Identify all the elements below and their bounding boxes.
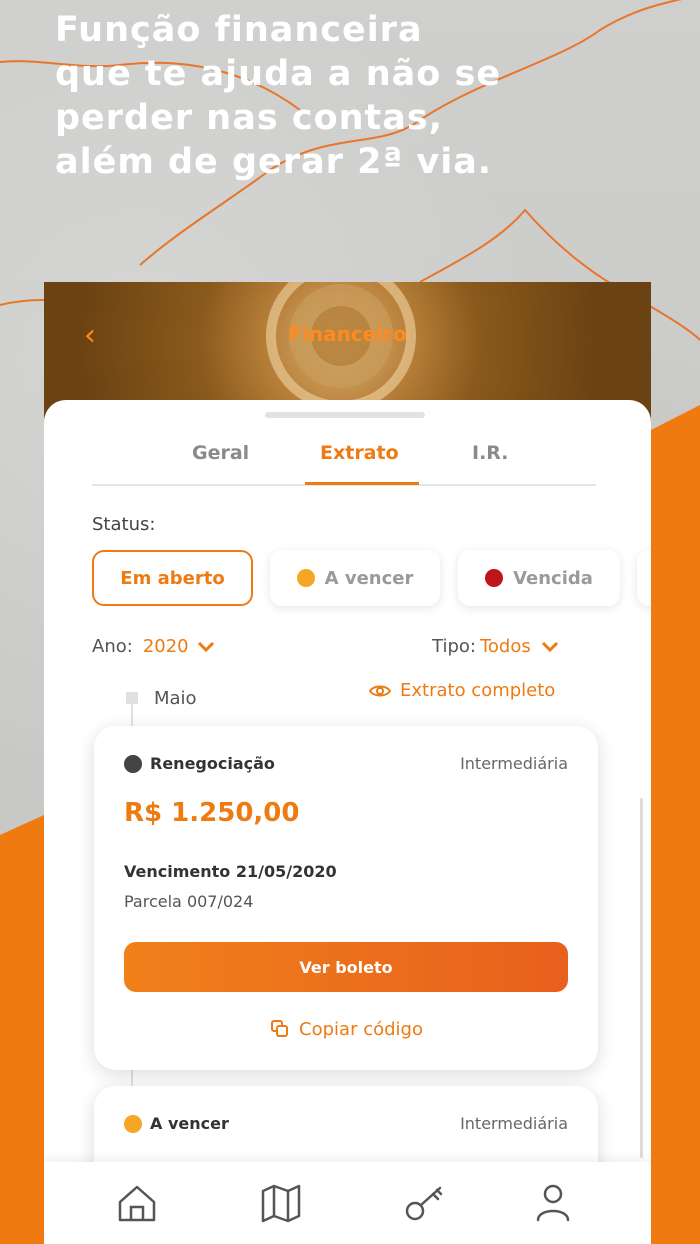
- headline-line: perder nas contas,: [55, 98, 444, 138]
- tab-extrato[interactable]: Extrato: [320, 442, 399, 464]
- year-value: 2020: [142, 636, 189, 657]
- nav-map[interactable]: [258, 1180, 304, 1226]
- year-label: Ano:: [92, 636, 133, 657]
- card-status-label: Renegociação: [150, 754, 275, 773]
- year-select[interactable]: 2020: [143, 636, 215, 657]
- headline-line: que te ajuda a não se: [55, 54, 502, 94]
- yellow-dot-icon: [296, 569, 315, 587]
- chip-a-vencer[interactable]: A vencer: [270, 550, 440, 606]
- chip-vencida[interactable]: Vencida: [458, 550, 620, 606]
- chevron-down-icon: [197, 641, 214, 652]
- bottom-nav: [44, 1162, 651, 1244]
- card-type: Intermediária: [460, 754, 568, 773]
- card-status-label: A vencer: [150, 1114, 229, 1133]
- page-title: Financeiro: [288, 322, 407, 346]
- type-select[interactable]: Todos: [480, 636, 561, 657]
- status-label: Status:: [92, 514, 156, 535]
- chip-partial[interactable]: [637, 550, 651, 606]
- red-dot-icon: [485, 569, 504, 587]
- sheet-grabber[interactable]: [265, 412, 425, 418]
- card-amount: R$ 1.250,00: [124, 798, 300, 828]
- chip-em-aberto[interactable]: Em aberto: [92, 550, 253, 606]
- copy-code-label: Copiar código: [299, 1018, 423, 1040]
- user-icon: [536, 1184, 570, 1222]
- full-statement-label: Extrato completo: [400, 680, 556, 701]
- home-icon: [118, 1185, 156, 1222]
- phone-screen: ‹ Financeiro Geral Extrato I.R. Status: …: [44, 282, 651, 1244]
- timeline-month: Maio: [154, 688, 197, 709]
- type-label: Tipo:: [432, 636, 476, 657]
- card-status: Renegociação: [124, 754, 275, 773]
- tab-geral[interactable]: Geral: [192, 442, 249, 464]
- year-filter: Ano: 2020: [92, 636, 215, 657]
- chip-label: A vencer: [324, 567, 414, 589]
- content-sheet: Geral Extrato I.R. Status: Em aberto A v…: [44, 400, 651, 1244]
- type-filter: Tipo: Todos: [432, 636, 561, 657]
- nav-home[interactable]: [114, 1180, 160, 1226]
- full-statement-link[interactable]: Extrato completo: [368, 680, 555, 701]
- chip-label: Em aberto: [120, 567, 225, 589]
- status-dot-icon: [124, 754, 142, 773]
- headline-line: além de gerar 2ª via.: [55, 142, 493, 182]
- map-icon: [261, 1184, 301, 1223]
- scrollbar[interactable]: [640, 798, 643, 1158]
- copy-icon: [271, 1020, 289, 1037]
- status-dot-icon: [124, 1114, 142, 1133]
- card-due-date: Vencimento 21/05/2020: [124, 862, 337, 881]
- promo-headline: Função financeira que te ajuda a não se …: [55, 8, 655, 184]
- card-status: A vencer: [124, 1114, 229, 1133]
- view-boleto-button[interactable]: Ver boleto: [124, 942, 568, 992]
- headline-line: Função financeira: [55, 10, 423, 50]
- card-installment: Parcela 007/024: [124, 892, 254, 911]
- copy-code-link[interactable]: Copiar código: [94, 1018, 598, 1040]
- key-icon: [405, 1186, 443, 1221]
- tab-ir[interactable]: I.R.: [472, 442, 509, 464]
- eye-icon: [368, 685, 392, 696]
- card-type: Intermediária: [460, 1114, 568, 1133]
- tab-bar: Geral Extrato I.R.: [92, 442, 596, 486]
- nav-profile[interactable]: [530, 1180, 576, 1226]
- type-value: Todos: [479, 636, 531, 657]
- chevron-down-icon: [541, 641, 558, 652]
- active-tab-indicator: [305, 482, 419, 485]
- chip-label: Vencida: [513, 567, 593, 589]
- nav-keys[interactable]: [402, 1180, 448, 1226]
- timeline-node: [126, 692, 138, 704]
- invoice-card: Renegociação Intermediária R$ 1.250,00 V…: [94, 726, 598, 1070]
